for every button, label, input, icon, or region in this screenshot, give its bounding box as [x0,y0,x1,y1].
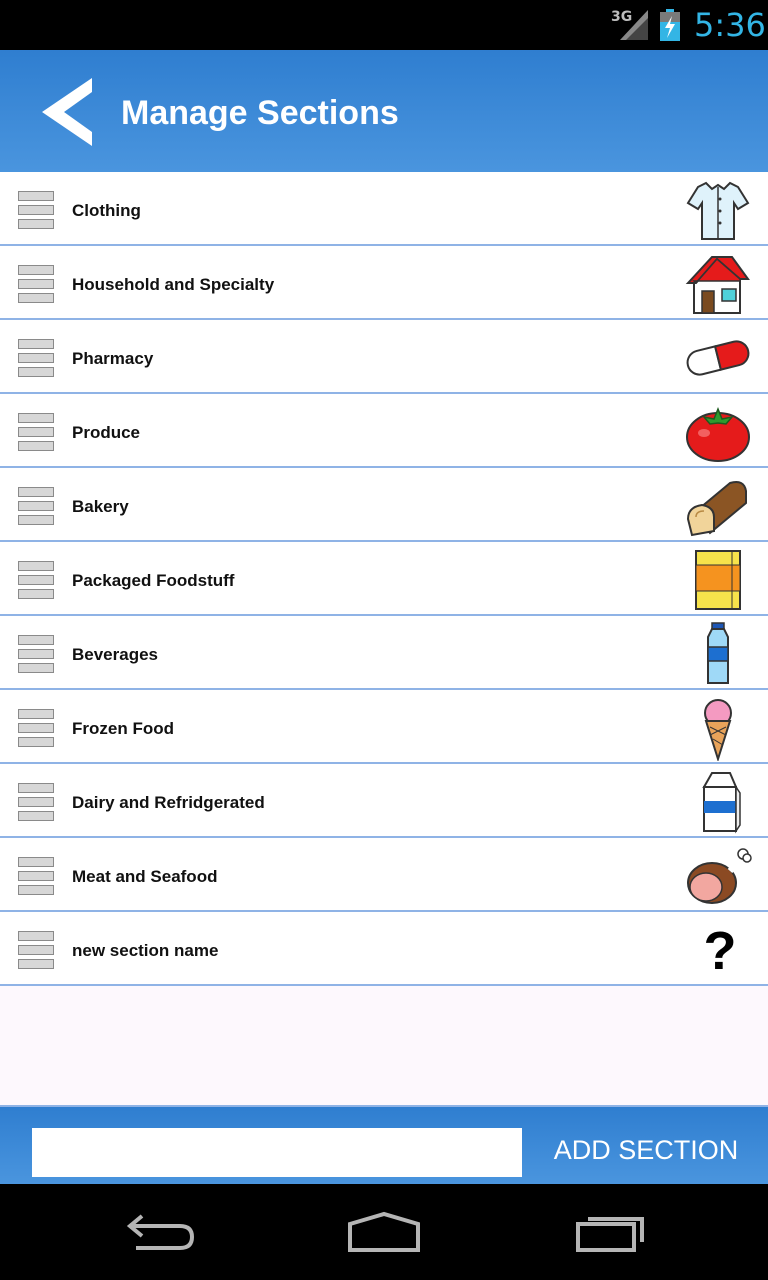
drag-handle-icon[interactable] [18,191,54,231]
battery-charging-icon [660,9,680,41]
section-row[interactable]: new section name? [0,912,768,986]
drag-handle-icon[interactable] [18,487,54,527]
section-row[interactable]: Bakery [0,468,768,542]
section-label: Bakery [72,497,129,516]
add-section-bar: ADD SECTION [0,1105,768,1184]
section-label: Meat and Seafood [72,867,218,886]
back-icon[interactable] [124,1210,196,1254]
back-arrow-icon[interactable] [38,76,100,148]
water-bottle-icon [707,622,729,684]
pill-icon [686,340,750,376]
action-bar: Manage Sections [0,50,768,172]
question-mark-icon: ? [704,921,737,981]
section-list: Clothing Household and Specialty Pharmacy P… [0,172,768,986]
section-row[interactable]: Produce [0,394,768,468]
section-row[interactable]: Clothing [0,172,768,246]
svg-text:?: ? [704,921,737,981]
status-bar: 3G 5:36 [0,0,768,50]
navigation-bar [0,1184,768,1280]
section-name-input[interactable] [32,1128,522,1177]
section-label: Household and Specialty [72,275,275,294]
page-title: Manage Sections [121,94,399,132]
section-row[interactable]: Pharmacy [0,320,768,394]
drag-handle-icon[interactable] [18,413,54,453]
section-label: Packaged Foodstuff [72,571,235,590]
section-row[interactable]: Dairy and Refridgerated [0,764,768,838]
section-row[interactable]: Packaged Foodstuff [0,542,768,616]
drag-handle-icon[interactable] [18,709,54,749]
section-row[interactable]: Beverages [0,616,768,690]
home-icon[interactable] [346,1210,422,1254]
section-row[interactable]: Frozen Food [0,690,768,764]
house-icon [685,256,750,314]
section-label: Pharmacy [72,349,154,368]
drag-handle-icon[interactable] [18,339,54,379]
drag-handle-icon[interactable] [18,635,54,675]
section-label: Frozen Food [72,719,174,738]
section-label: Dairy and Refridgerated [72,793,265,812]
drag-handle-icon[interactable] [18,857,54,897]
bread-icon [686,481,747,537]
section-label: Produce [72,423,141,442]
section-label: Clothing [72,201,141,220]
ham-icon [687,848,752,904]
recents-icon[interactable] [574,1210,646,1254]
section-row[interactable]: Household and Specialty [0,246,768,320]
section-label: new section name [72,941,219,960]
shirt-icon [686,181,750,240]
drag-handle-icon[interactable] [18,265,54,305]
drag-handle-icon[interactable] [18,931,54,971]
tomato-icon [686,406,750,462]
add-section-button[interactable]: ADD SECTION [538,1135,754,1166]
drag-handle-icon[interactable] [18,783,54,823]
ice-cream-icon [704,699,732,761]
cereal-box-icon [695,550,741,610]
clock: 5:36 [694,6,766,44]
section-row[interactable]: Meat and Seafood [0,838,768,912]
drag-handle-icon[interactable] [18,561,54,601]
section-list-area: Clothing Household and Specialty Pharmacy P… [0,172,768,1105]
section-label: Beverages [72,645,159,664]
milk-carton-icon [702,772,741,834]
signal-icon [620,10,648,40]
